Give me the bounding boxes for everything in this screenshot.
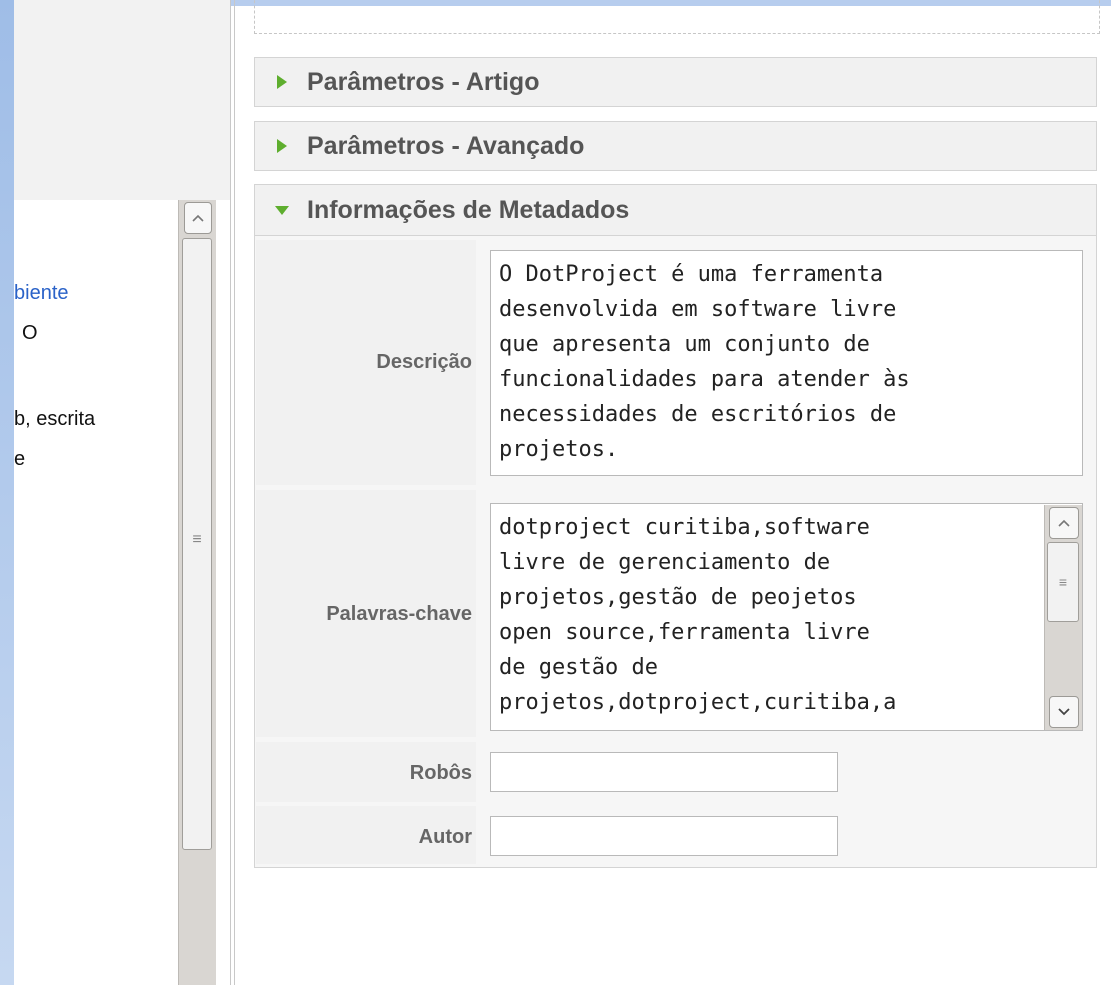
drop-zone [254, 0, 1100, 34]
author-input[interactable] [490, 816, 838, 856]
panel-article-params[interactable]: Parâmetros - Artigo [254, 57, 1097, 107]
grip-lines-icon: ≡ [1058, 574, 1068, 590]
panel-advanced-params[interactable]: Parâmetros - Avançado [254, 121, 1097, 171]
editor-toolbar-area [14, 0, 230, 200]
description-textarea[interactable]: O DotProject é uma ferramenta desenvolvi… [490, 250, 1083, 476]
author-label: Autor [418, 826, 472, 848]
editor-text-line: b, escrita [14, 408, 96, 430]
robots-label: Robôs [409, 762, 472, 784]
chevron-up-icon[interactable] [184, 202, 212, 234]
editor-text-line: O [22, 322, 38, 344]
pane-divider [234, 0, 235, 985]
keywords-scrollbar-thumb[interactable]: ≡ [1047, 542, 1079, 622]
pane-divider [230, 0, 231, 985]
panel-title: Informações de Metadados [307, 195, 630, 224]
window-left-strip [0, 0, 14, 985]
editor-text-line: e [14, 448, 26, 470]
chevron-up-icon[interactable] [1049, 507, 1079, 539]
grip-lines-icon: ≡ [192, 531, 202, 548]
keywords-textarea[interactable]: dotproject curitiba,software livre de ge… [490, 503, 1083, 731]
triangle-right-icon [277, 75, 287, 89]
panel-title: Parâmetros - Artigo [307, 67, 540, 96]
robots-input[interactable] [490, 752, 838, 792]
keywords-label: Palavras-chave [326, 603, 472, 625]
editor-scrollbar-thumb[interactable]: ≡ [182, 238, 212, 850]
triangle-right-icon [277, 139, 287, 153]
panel-title: Parâmetros - Avançado [307, 131, 585, 160]
description-label: Descrição [376, 351, 472, 373]
triangle-down-icon [275, 205, 289, 215]
chevron-down-icon[interactable] [1049, 696, 1079, 728]
panel-metadata[interactable]: Informações de Metadados [254, 184, 1097, 236]
editor-link-text[interactable]: biente [14, 282, 69, 305]
